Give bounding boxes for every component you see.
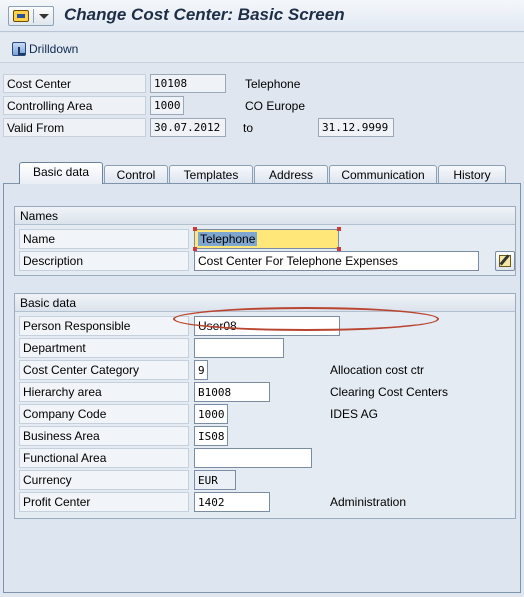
- edit-text-button[interactable]: [495, 251, 515, 271]
- cost-center-category-label: Cost Center Category: [19, 360, 189, 380]
- profit-center-desc: Administration: [330, 495, 407, 509]
- drilldown-label: Drilldown: [29, 42, 79, 56]
- valid-to-label: to: [243, 121, 254, 135]
- page-title: Change Cost Center: Basic Screen: [64, 5, 345, 24]
- tab-control[interactable]: Control: [104, 165, 168, 184]
- tab-communication[interactable]: Communication: [329, 165, 437, 184]
- drilldown-icon: [12, 42, 26, 56]
- controlling-area-label: Controlling Area: [3, 96, 146, 115]
- focus-marker: [337, 227, 341, 231]
- controlling-area-desc: CO Europe: [245, 99, 306, 113]
- company-code-desc: IDES AG: [330, 407, 379, 421]
- business-area-input[interactable]: IS08: [194, 426, 228, 446]
- functional-area-label: Functional Area: [19, 448, 189, 468]
- tab-address[interactable]: Address: [254, 165, 328, 184]
- controlling-area-field[interactable]: 1000: [150, 96, 184, 115]
- tab-templates[interactable]: Templates: [169, 165, 253, 184]
- name-label: Name: [19, 229, 189, 249]
- cost-center-field[interactable]: 10108: [150, 74, 226, 93]
- cost-center-category-input[interactable]: 9: [194, 360, 208, 380]
- company-code-label: Company Code: [19, 404, 189, 424]
- application-toolbar: Drilldown: [0, 33, 524, 63]
- cost-center-label: Cost Center: [3, 74, 146, 93]
- title-bar: Change Cost Center: Basic Screen: [0, 0, 524, 32]
- valid-from-label: Valid From: [3, 118, 146, 137]
- cost-center-category-desc: Allocation cost ctr: [330, 363, 425, 377]
- description-label: Description: [19, 251, 189, 271]
- currency-label: Currency: [19, 470, 189, 490]
- system-menu-button[interactable]: [8, 6, 54, 26]
- pencil-icon: [499, 255, 511, 267]
- names-group-title: Names: [15, 207, 515, 225]
- valid-from-field[interactable]: 30.07.2012: [150, 118, 226, 137]
- hierarchy-area-label: Hierarchy area: [19, 382, 189, 402]
- hierarchy-area-desc: Clearing Cost Centers: [330, 385, 449, 399]
- hierarchy-area-input[interactable]: B1008: [194, 382, 270, 402]
- tab-strip: Basic data Control Templates Address Com…: [0, 160, 524, 184]
- functional-area-input[interactable]: [194, 448, 312, 468]
- department-input[interactable]: [194, 338, 284, 358]
- person-responsible-label: Person Responsible: [19, 316, 189, 336]
- name-input[interactable]: Telephone: [194, 229, 339, 249]
- names-group: Names Name Telephone Description Cost Ce…: [14, 206, 516, 276]
- tab-basic-data[interactable]: Basic data: [19, 162, 103, 184]
- tab-panel: Names Name Telephone Description Cost Ce…: [3, 183, 521, 593]
- company-code-input[interactable]: 1000: [194, 404, 228, 424]
- focus-marker: [193, 227, 197, 231]
- menu-icon: [13, 10, 29, 22]
- highlight-annotation: [173, 307, 439, 331]
- profit-center-label: Profit Center: [19, 492, 189, 512]
- cost-center-desc: Telephone: [245, 77, 301, 91]
- business-area-label: Business Area: [19, 426, 189, 446]
- name-value: Telephone: [198, 232, 258, 246]
- tab-history[interactable]: History: [438, 165, 506, 184]
- profit-center-input[interactable]: 1402: [194, 492, 270, 512]
- currency-input[interactable]: EUR: [194, 470, 236, 490]
- chevron-down-icon: [39, 14, 49, 19]
- valid-to-field[interactable]: 31.12.9999: [318, 118, 394, 137]
- description-input[interactable]: Cost Center For Telephone Expenses: [194, 251, 479, 271]
- separator: [33, 9, 34, 23]
- department-label: Department: [19, 338, 189, 358]
- drilldown-button[interactable]: Drilldown: [12, 40, 78, 58]
